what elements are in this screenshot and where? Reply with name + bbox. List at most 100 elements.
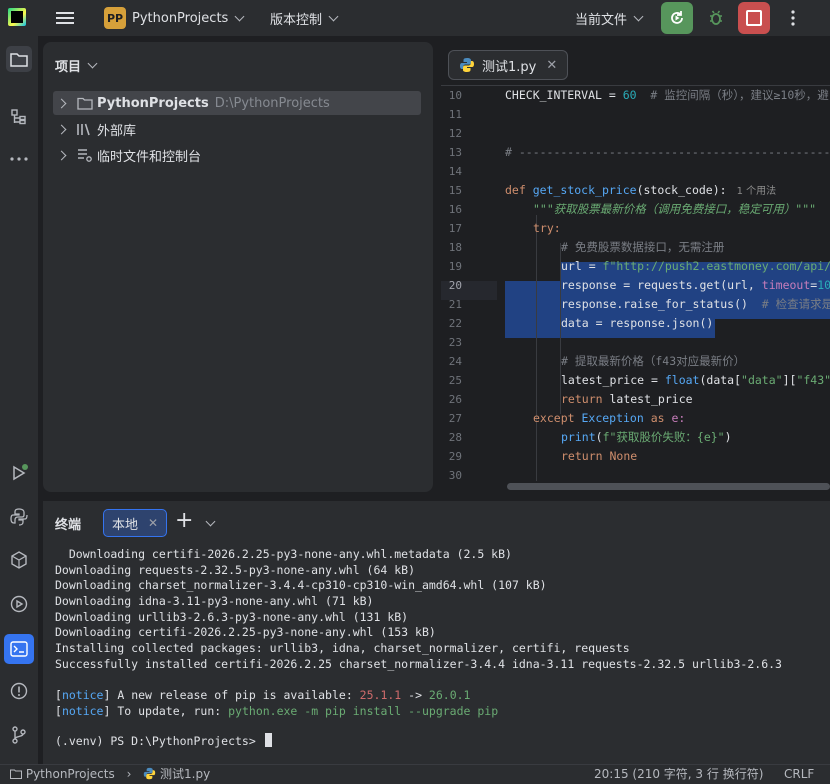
project-name: PythonProjects <box>132 10 229 26</box>
status-bar: PythonProjects › 测试1.py 20:15 (210 字符, 3… <box>0 764 830 784</box>
tree-item-path: D:\PythonProjects <box>214 95 330 111</box>
code-line-22: data = response.json() <box>561 316 714 330</box>
code-line-20: response = requests.get(url, timeout=10 <box>561 278 830 292</box>
project-badge: PP <box>104 7 126 29</box>
close-icon[interactable]: ✕ <box>148 516 158 530</box>
caret-position[interactable]: 20:15 (210 字符, 3 行 换行符) <box>594 765 763 784</box>
more-actions-button[interactable] <box>777 2 809 34</box>
terminal-prompt: (.venv) PS D:\PythonProjects> <box>55 734 256 748</box>
code-line-29: return None <box>561 449 638 463</box>
chevron-down-icon <box>328 11 339 21</box>
terminal-prompt-line: (.venv) PS D:\PythonProjects> <box>55 733 272 749</box>
tree-item-label: PythonProjects <box>97 95 209 111</box>
run-config-label: 当前文件 <box>575 12 628 28</box>
vcs-menu[interactable]: 版本控制 <box>270 0 339 36</box>
line-number: 24 <box>448 355 462 368</box>
project-view-selector[interactable]: 项目 <box>55 56 98 75</box>
line-number: 23 <box>448 336 462 349</box>
main-menu-icon[interactable] <box>56 9 74 25</box>
terminal-output[interactable]: Downloading certifi-2026.2.25-py3-none-a… <box>43 543 830 765</box>
project-panel-title: 项目 <box>55 60 82 75</box>
pycharm-logo-icon[interactable] <box>8 8 26 26</box>
git-icon[interactable] <box>6 722 32 748</box>
close-icon[interactable]: ✕ <box>546 58 557 73</box>
line-number: 16 <box>448 203 462 216</box>
horizontal-scrollbar[interactable] <box>507 483 830 490</box>
line-number: 15 <box>448 184 462 197</box>
python-file-icon <box>460 58 474 72</box>
terminal-icon[interactable] <box>4 634 34 664</box>
breadcrumb-file[interactable]: 测试1.py <box>160 767 210 781</box>
code-line-21: response.raise_for_status() # 检查请求是 <box>561 297 830 311</box>
editor-tab[interactable]: 测试1.py ✕ <box>448 50 569 80</box>
chevron-down-icon[interactable] <box>205 516 216 527</box>
line-number: 27 <box>448 412 462 425</box>
line-number: 25 <box>448 374 462 387</box>
terminal-tab-local[interactable]: 本地 ✕ <box>103 509 168 537</box>
editor-tab-label: 测试1.py <box>482 59 537 75</box>
line-number: 17 <box>448 222 462 235</box>
code-line-26: return latest_price <box>561 392 693 406</box>
rerun-button[interactable] <box>661 2 693 34</box>
terminal-line: Installing collected packages: urllib3, … <box>55 641 630 655</box>
stop-icon <box>746 10 762 26</box>
line-ending[interactable]: CRLF <box>784 765 814 784</box>
tree-item-label: 外部库 <box>97 123 137 139</box>
services-icon[interactable] <box>6 591 32 617</box>
usages-hint: 1 个用法 <box>736 186 777 197</box>
line-number: 12 <box>448 127 462 140</box>
python-console-icon[interactable] <box>6 547 32 573</box>
chevron-right-icon <box>56 98 67 108</box>
tree-item-scratches[interactable]: 临时文件和控制台 <box>53 143 421 167</box>
line-number: 26 <box>448 393 462 406</box>
chevron-down-icon <box>234 11 245 21</box>
terminal-line: Downloading certifi-2026.2.25-py3-none-a… <box>55 547 512 561</box>
add-icon[interactable]: + <box>175 508 193 534</box>
stop-button[interactable] <box>738 2 770 34</box>
terminal-notice-line: [notice] To update, run: python.exe -m p… <box>55 704 499 718</box>
python-file-icon <box>144 767 156 780</box>
chevron-down-icon <box>633 11 644 21</box>
line-number-gutter: 10 11 12 13 14 15 16 17 18 19 20 21 22 23 24 25 26 27 28 29… <box>441 86 497 486</box>
chevron-down-icon <box>87 58 98 69</box>
code-line-17: try: <box>533 221 561 235</box>
code-line-16: """获取股票最新价格（调用免费接口，稳定可用）""" <box>533 202 817 216</box>
tree-item-label: 临时文件和控制台 <box>97 149 202 165</box>
more-icon[interactable] <box>6 146 32 172</box>
tree-item-external-libraries[interactable]: 外部库 <box>53 117 421 141</box>
bug-icon <box>710 10 722 25</box>
terminal-line: Downloading requests-2.32.5-py3-none-any… <box>55 563 416 577</box>
python-packages-icon[interactable] <box>6 504 32 530</box>
more-vertical-icon <box>791 10 795 26</box>
debug-button[interactable] <box>700 2 732 34</box>
line-number: 19 <box>448 260 462 273</box>
run-icon[interactable] <box>6 460 32 486</box>
terminal-line: Downloading certifi-2026.2.25-py3-none-a… <box>55 625 436 639</box>
code-area[interactable]: CHECK_INTERVAL = 60 # 监控间隔（秒），建议≥10秒，避 #… <box>505 86 830 486</box>
code-line-27: except Exception as e: <box>533 411 686 425</box>
editor-area: 测试1.py ✕ 10 11 12 13 14 15 16 17 18 19 20 21 22 23 24 2… <box>441 42 830 492</box>
line-number: 13 <box>448 146 462 159</box>
line-number: 29 <box>448 450 462 463</box>
project-icon[interactable] <box>6 46 32 72</box>
code-line-13: # --------------------------------------… <box>505 145 830 159</box>
scratches-icon <box>78 149 92 162</box>
library-icon <box>77 123 90 135</box>
terminal-line: Downloading idna-3.11-py3-none-any.whl (… <box>55 594 374 608</box>
project-switcher[interactable]: PP PythonProjects <box>104 0 245 36</box>
terminal-notice-line: [notice] A new release of pip is availab… <box>55 688 471 702</box>
line-number: 20 <box>448 279 462 292</box>
structure-icon[interactable] <box>6 104 32 130</box>
tree-item-project-root[interactable]: PythonProjects D:\PythonProjects <box>53 91 421 115</box>
run-config-selector[interactable]: 当前文件 <box>575 0 644 36</box>
terminal-cursor <box>264 733 272 747</box>
title-bar: PP PythonProjects 版本控制 当前文件 <box>0 0 830 37</box>
line-number: 22 <box>448 317 462 330</box>
folder-icon <box>10 769 22 779</box>
breadcrumb-project[interactable]: PythonProjects <box>26 767 115 781</box>
terminal-title: 终端 <box>55 518 82 533</box>
terminal-tab-label: 本地 <box>112 517 139 533</box>
problems-icon[interactable] <box>6 678 32 704</box>
terminal-header: 终端 本地 ✕ + <box>43 501 830 543</box>
code-line-19: url = f"http://push2.eastmoney.com/api/ <box>561 259 830 273</box>
